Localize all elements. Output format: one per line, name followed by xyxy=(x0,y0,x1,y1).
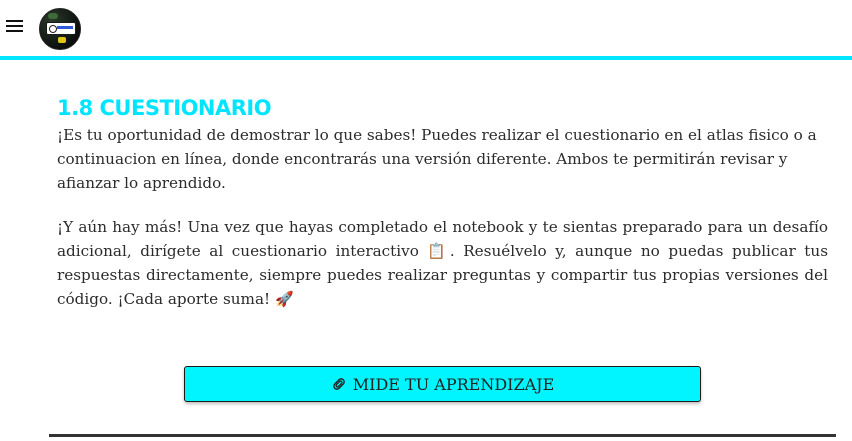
mide-tu-aprendizaje-button[interactable]: MIDE TU APRENDIZAJE xyxy=(184,366,701,402)
extra-paragraph: ¡Y aún hay más! Una vez que hayas comple… xyxy=(57,215,828,311)
intro-paragraph: ¡Es tu oportunidad de demostrar lo que s… xyxy=(57,126,817,192)
hamburger-menu-icon[interactable] xyxy=(6,20,24,36)
rocket-icon: 🚀 xyxy=(274,290,294,308)
site-logo-icon[interactable] xyxy=(39,8,81,50)
clipboard-icon: 📋 xyxy=(427,242,450,260)
paperclip-icon xyxy=(331,375,347,394)
navbar-accent-line xyxy=(0,56,852,60)
top-navbar xyxy=(0,0,852,57)
main-content: 1.8 CUESTIONARIO ¡Es tu oportunidad de d… xyxy=(57,93,828,311)
bottom-divider xyxy=(49,434,836,437)
section-title: 1.8 CUESTIONARIO xyxy=(57,96,272,120)
cta-button-label: MIDE TU APRENDIZAJE xyxy=(352,374,555,394)
